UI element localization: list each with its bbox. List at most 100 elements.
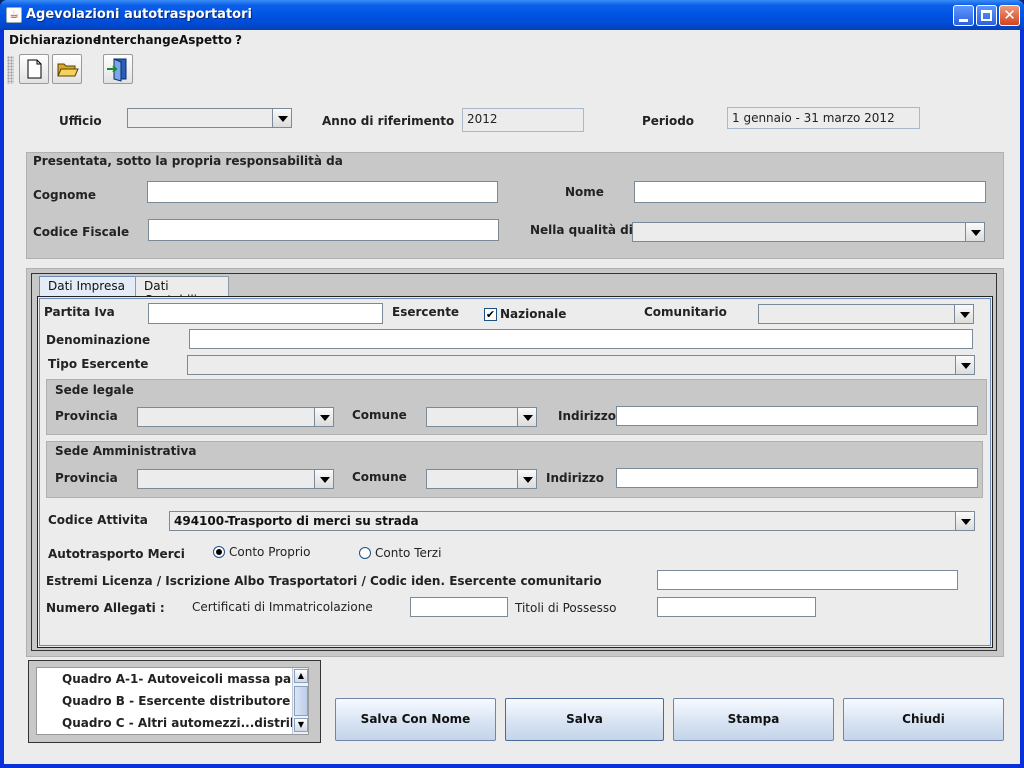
list-item[interactable]: Quadro A-1- Autoveicoli massa pari o sup (62, 672, 308, 686)
conto-proprio-radio[interactable] (213, 546, 225, 558)
menu-interchange[interactable]: Interchange (97, 33, 179, 47)
sede-legale-comune-combo[interactable] (426, 407, 537, 427)
cognome-label: Cognome (33, 188, 97, 202)
qualita-combo[interactable] (632, 222, 985, 242)
codice-attivita-combo[interactable]: 494100-Trasporto di merci su strada (169, 511, 975, 531)
estremi-field[interactable] (657, 570, 958, 590)
window-title: Agevolazioni autotrasportatori (26, 7, 252, 22)
tab-container: Dati Impresa Dati Contabili Partita Iva … (31, 273, 997, 651)
salva-con-nome-button[interactable]: Salva Con Nome (335, 698, 496, 741)
chiudi-button[interactable]: Chiudi (843, 698, 1004, 741)
codice-fiscale-field[interactable] (148, 219, 499, 241)
denominazione-label: Denominazione (46, 333, 151, 347)
stampa-button[interactable]: Stampa (673, 698, 834, 741)
sede-amm-comune-combo[interactable] (426, 469, 537, 489)
chevron-down-icon[interactable] (955, 356, 974, 374)
tipo-esercente-label: Tipo Esercente (48, 357, 149, 371)
chevron-down-icon[interactable] (272, 109, 291, 127)
conto-proprio-label: Conto Proprio (229, 545, 311, 559)
anno-field[interactable]: 2012 (462, 108, 584, 132)
periodo-label: Periodo (642, 114, 695, 128)
menu-dichiarazione[interactable]: Dichiarazione (9, 33, 101, 47)
anno-label: Anno di riferimento (322, 114, 455, 128)
maximize-button[interactable] (976, 5, 997, 26)
scroll-thumb[interactable] (294, 686, 308, 716)
numero-allegati-label: Numero Allegati : (46, 601, 165, 615)
scroll-up-icon[interactable]: ▲ (294, 669, 308, 683)
nazionale-checkbox[interactable]: ✔ (484, 308, 497, 321)
toolbar (4, 52, 1020, 88)
quadri-list[interactable]: Quadro A-1- Autoveicoli massa pari o sup… (36, 667, 309, 735)
toolbar-grip[interactable] (7, 56, 14, 84)
chevron-down-icon[interactable] (954, 305, 973, 323)
chevron-down-icon[interactable] (965, 223, 984, 241)
sede-legale-provincia-combo[interactable] (137, 407, 334, 427)
comunitario-label: Comunitario (644, 305, 727, 319)
tipo-esercente-combo[interactable] (187, 355, 975, 375)
chevron-down-icon[interactable] (517, 408, 536, 426)
chevron-down-icon[interactable] (314, 470, 333, 488)
titoli-field[interactable] (657, 597, 816, 617)
maximize-icon (981, 10, 992, 21)
ufficio-combo[interactable] (127, 108, 292, 128)
open-folder-button[interactable] (52, 54, 82, 84)
application-window: ☕ Agevolazioni autotrasportatori ✕ Dichi… (0, 0, 1024, 768)
sede-legale-indirizzo-field[interactable] (616, 406, 978, 426)
new-document-button[interactable] (19, 54, 49, 84)
conto-terzi-radio[interactable] (359, 547, 371, 559)
client-area: Dichiarazione Interchange Aspetto ? Uffi… (4, 30, 1020, 764)
sede-amm-indirizzo-field[interactable] (616, 468, 978, 488)
sede-amministrativa-title: Sede Amministrativa (55, 444, 197, 458)
sede-amm-indirizzo-label: Indirizzo (546, 471, 604, 485)
menu-aspetto[interactable]: Aspetto (179, 33, 232, 47)
quadri-list-frame: Quadro A-1- Autoveicoli massa pari o sup… (28, 660, 321, 743)
chevron-down-icon[interactable] (314, 408, 333, 426)
close-icon: ✕ (1003, 6, 1016, 24)
periodo-field[interactable]: 1 gennaio - 31 marzo 2012 (727, 107, 920, 129)
sede-amm-provincia-label: Provincia (55, 471, 118, 485)
list-item[interactable]: Quadro B - Esercente distributore privat… (62, 694, 308, 708)
conto-terzi-label: Conto Terzi (375, 546, 442, 560)
codice-fiscale-label: Codice Fiscale (33, 225, 130, 239)
menu-bar: Dichiarazione Interchange Aspetto ? (4, 30, 1020, 52)
partita-iva-label: Partita Iva (44, 305, 115, 319)
qualita-label: Nella qualità di (530, 223, 633, 237)
sede-amm-comune-label: Comune (352, 470, 407, 484)
menu-help[interactable]: ? (235, 33, 242, 47)
codice-attivita-value: 494100-Trasporto di merci su strada (174, 514, 419, 528)
scroll-down-icon[interactable]: ▼ (294, 718, 308, 732)
presentata-title: Presentata, sotto la propria responsabil… (33, 154, 343, 168)
sede-amministrativa-group: Sede Amministrativa Provincia Comune Ind… (46, 441, 983, 498)
certificati-field[interactable] (410, 597, 508, 617)
chevron-down-icon[interactable] (517, 470, 536, 488)
exit-button[interactable] (103, 54, 133, 84)
sede-legale-comune-label: Comune (352, 408, 407, 422)
sede-legale-indirizzo-label: Indirizzo (558, 409, 616, 423)
open-folder-icon (57, 63, 79, 77)
presentata-group: Presentata, sotto la propria responsabil… (26, 152, 1004, 259)
sede-legale-group: Sede legale Provincia Comune Indirizzo (46, 379, 987, 435)
minimize-button[interactable] (953, 5, 974, 26)
nome-field[interactable] (634, 181, 986, 203)
sede-amm-provincia-combo[interactable] (137, 469, 334, 489)
titoli-label: Titoli di Possesso (515, 601, 617, 615)
title-bar[interactable]: ☕ Agevolazioni autotrasportatori ✕ (0, 0, 1024, 30)
tab-dati-impresa[interactable]: Dati Impresa (39, 276, 136, 296)
comunitario-combo[interactable] (758, 304, 974, 324)
chevron-down-icon[interactable] (955, 512, 974, 530)
partita-iva-field[interactable] (148, 303, 383, 324)
estremi-label: Estremi Licenza / Iscrizione Albo Traspo… (46, 574, 602, 588)
close-button[interactable]: ✕ (999, 5, 1020, 26)
tab-dati-contabili[interactable]: Dati Contabili (135, 276, 229, 307)
java-app-icon: ☕ (6, 7, 22, 23)
exit-door-icon (107, 58, 127, 82)
minimize-icon (959, 19, 968, 22)
sede-legale-provincia-label: Provincia (55, 409, 118, 423)
denominazione-field[interactable] (189, 329, 973, 349)
list-scrollbar[interactable]: ▲ ▼ (292, 668, 308, 734)
list-item[interactable]: Quadro C - Altri automezzi...distributor… (62, 716, 308, 730)
dati-impresa-panel: Partita Iva Esercente ✔ Nazionale Comuni… (37, 296, 993, 648)
salva-button[interactable]: Salva (505, 698, 664, 741)
cognome-field[interactable] (147, 181, 498, 203)
ufficio-label: Ufficio (59, 114, 102, 128)
